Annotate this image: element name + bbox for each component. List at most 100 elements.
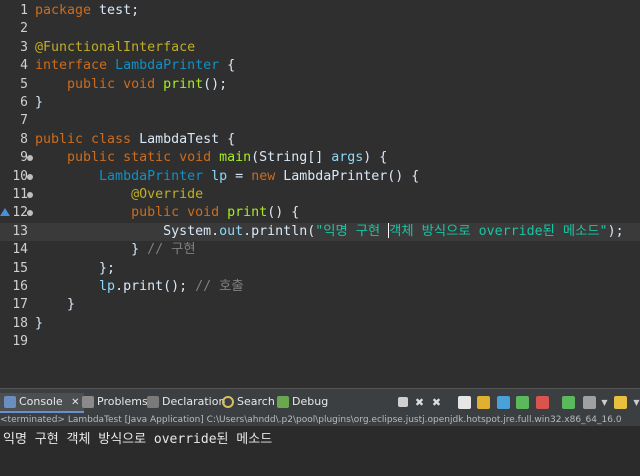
show-on-error-icon[interactable]: [536, 396, 549, 409]
code-token: public void: [67, 76, 164, 92]
code-line[interactable]: 6}: [0, 94, 640, 112]
tab-declaration-label: Declaration: [162, 395, 226, 408]
code-token: () {: [267, 205, 300, 221]
debug-icon: [277, 396, 289, 408]
code-token: out: [219, 223, 244, 239]
show-on-output-icon[interactable]: [516, 396, 529, 409]
code-token: new: [251, 168, 284, 184]
code-token: }: [35, 315, 44, 331]
code-text: System.out.println("익명 구현 객체 방식으로 overri…: [35, 223, 624, 241]
code-line[interactable]: 19: [0, 333, 640, 351]
close-icon[interactable]: ✕: [71, 397, 79, 408]
code-text: lp.print(); // 호출: [35, 278, 244, 296]
code-text: }: [35, 94, 43, 112]
code-line[interactable]: 5 public void print();: [0, 76, 640, 94]
line-number: 2: [20, 21, 28, 37]
code-token: args: [331, 150, 364, 166]
line-number: 14: [12, 242, 28, 258]
code-token: }: [35, 95, 44, 110]
code-token: LambdaPrinter() {: [283, 168, 420, 184]
tab-console-label: Console: [19, 395, 63, 408]
code-token: public class: [35, 131, 140, 147]
fold-toggle-icon[interactable]: [27, 173, 33, 180]
code-editor[interactable]: 1 package test; 2 3 @FunctionalInterface 4 int…: [0, 0, 640, 388]
clear-console-icon[interactable]: [458, 396, 471, 409]
code-line[interactable]: 11 @Override: [0, 186, 640, 204]
line-number: 6: [20, 95, 28, 110]
fold-toggle-icon[interactable]: [27, 210, 33, 217]
code-token: lp: [99, 279, 116, 294]
code-token: package: [35, 3, 92, 18]
code-line[interactable]: 3 @FunctionalInterface: [0, 39, 640, 57]
line-number: 8: [20, 131, 28, 147]
code-text: interface LambdaPrinter {: [35, 57, 235, 75]
code-line[interactable]: 10 LambdaPrinter lp = new LambdaPrinter(…: [0, 168, 640, 186]
code-line[interactable]: 7: [0, 112, 640, 130]
code-token: );: [607, 223, 624, 239]
chevron-down-icon-2[interactable]: ▼: [630, 396, 640, 409]
stop-icon[interactable]: [398, 397, 408, 407]
code-line[interactable]: 12 public void print() {: [0, 204, 640, 222]
code-text: };: [35, 260, 115, 278]
code-line[interactable]: 17 }: [0, 296, 640, 314]
line-number: 10: [12, 168, 28, 184]
console-output-area[interactable]: 익명 구현 객체 방식으로 override된 메소드: [0, 426, 640, 476]
code-line[interactable]: 14 } // 구현: [0, 241, 640, 259]
scroll-lock-icon[interactable]: [477, 396, 490, 409]
code-token: .println(: [243, 223, 316, 239]
code-line[interactable]: 8 public class LambdaTest {: [0, 131, 640, 149]
code-token: print: [227, 205, 268, 221]
line-number: 16: [12, 279, 28, 294]
code-text: package test;: [35, 2, 139, 20]
pin-console-icon[interactable]: [562, 396, 575, 409]
code-token: ) {: [363, 150, 388, 166]
code-line[interactable]: 1 package test;: [0, 2, 640, 20]
display-console-icon[interactable]: [583, 396, 596, 409]
tab-problems[interactable]: Problems: [82, 393, 148, 411]
code-token: ();: [203, 76, 228, 92]
line-number: 15: [12, 260, 28, 276]
line-number: 4: [20, 58, 28, 74]
code-token: LambdaPrinter: [115, 58, 220, 74]
remove-launch-icon[interactable]: ✖: [413, 396, 426, 409]
override-marker-icon[interactable]: [0, 208, 10, 217]
tab-declaration[interactable]: Declaration: [147, 393, 225, 411]
line-number: 7: [20, 113, 28, 129]
line-number: 11: [12, 187, 28, 202]
code-line[interactable]: 15 };: [0, 260, 640, 278]
code-token: {: [219, 58, 236, 74]
code-token: main: [219, 150, 252, 166]
remove-all-terminated-icon[interactable]: ✖: [430, 396, 443, 409]
fold-toggle-icon[interactable]: [27, 155, 33, 162]
code-text: @FunctionalInterface: [35, 39, 195, 57]
tab-console[interactable]: Console ✕: [0, 393, 84, 413]
code-token: (String[]: [251, 150, 332, 166]
code-text: public void print();: [35, 76, 227, 94]
code-text: }: [35, 296, 75, 314]
code-token: };: [35, 260, 116, 276]
code-token: public static void: [67, 150, 220, 166]
problems-icon: [82, 396, 94, 408]
code-token: @FunctionalInterface: [35, 39, 196, 55]
tab-debug[interactable]: Debug: [277, 393, 328, 411]
code-text: public void print() {: [35, 204, 299, 222]
code-line[interactable]: 18}: [0, 315, 640, 333]
code-text: } // 구현: [35, 241, 196, 259]
code-token: // 호출: [195, 279, 244, 294]
code-line[interactable]: 2: [0, 20, 640, 38]
open-console-icon[interactable]: [614, 396, 627, 409]
fold-toggle-icon[interactable]: [27, 192, 33, 198]
tab-search[interactable]: Search: [222, 393, 275, 411]
chevron-down-icon[interactable]: ▼: [598, 396, 611, 409]
code-line[interactable]: 13 System.out.println("익명 구현 객체 방식으로 ove…: [0, 222, 640, 241]
code-line[interactable]: 16 lp.print(); // 호출: [0, 278, 640, 296]
console-status-line: <terminated> LambdaTest [Java Applicatio…: [0, 414, 640, 426]
code-line[interactable]: 9 public static void main(String[] args)…: [0, 149, 640, 167]
code-line[interactable]: 4 interface LambdaPrinter {: [0, 57, 640, 75]
word-wrap-icon[interactable]: [497, 396, 510, 409]
code-token: @Override: [131, 187, 204, 202]
console-output-text: 익명 구현 객체 방식으로 override된 메소드: [3, 432, 273, 447]
